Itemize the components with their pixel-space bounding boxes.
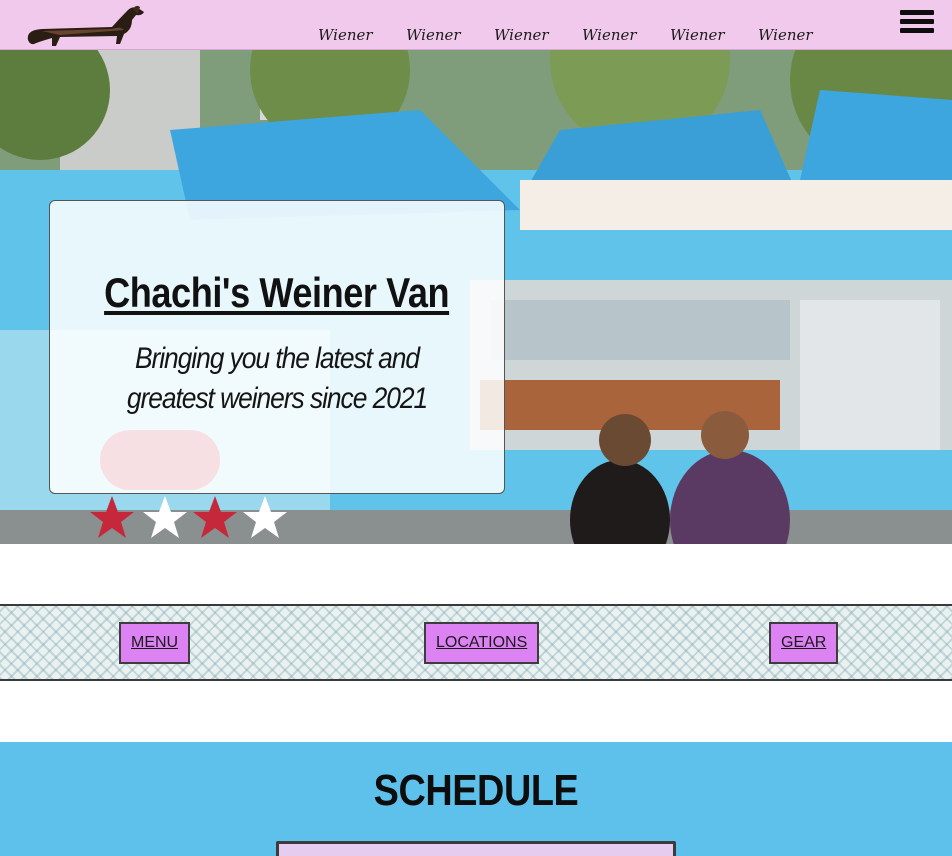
locations-button[interactable]: LOCATIONS — [424, 622, 540, 664]
main-nav: Wiener Wiener Wiener Wiener Wiener Wiene… — [318, 26, 813, 44]
nav-link-2[interactable]: Wiener — [406, 26, 461, 44]
nav-link-6[interactable]: Wiener — [758, 26, 813, 44]
nav-link-5[interactable]: Wiener — [670, 26, 725, 44]
hamburger-menu-icon[interactable] — [900, 10, 934, 38]
dachshund-logo-icon[interactable] — [20, 0, 150, 50]
site-header: Wiener Wiener Wiener Wiener Wiener Wiene… — [0, 0, 952, 50]
nav-link-1[interactable]: Wiener — [318, 26, 373, 44]
menu-button[interactable]: MENU — [119, 622, 191, 664]
hero-card: Chachi's Weiner Van Bringing you the lat… — [49, 200, 505, 494]
hero-subtitle: Bringing you the latest and greatest wei… — [126, 342, 428, 415]
schedule-card — [276, 841, 676, 856]
hero-section: Chachi's Weiner Van Bringing you the lat… — [0, 50, 952, 544]
nav-link-3[interactable]: Wiener — [494, 26, 549, 44]
gear-button[interactable]: GEAR — [769, 622, 839, 664]
schedule-section: SCHEDULE — [0, 742, 952, 856]
nav-link-4[interactable]: Wiener — [582, 26, 637, 44]
schedule-title: SCHEDULE — [373, 766, 579, 815]
quick-links-band: MENU LOCATIONS GEAR — [0, 604, 952, 681]
hero-title[interactable]: Chachi's Weiner Van — [104, 269, 449, 317]
